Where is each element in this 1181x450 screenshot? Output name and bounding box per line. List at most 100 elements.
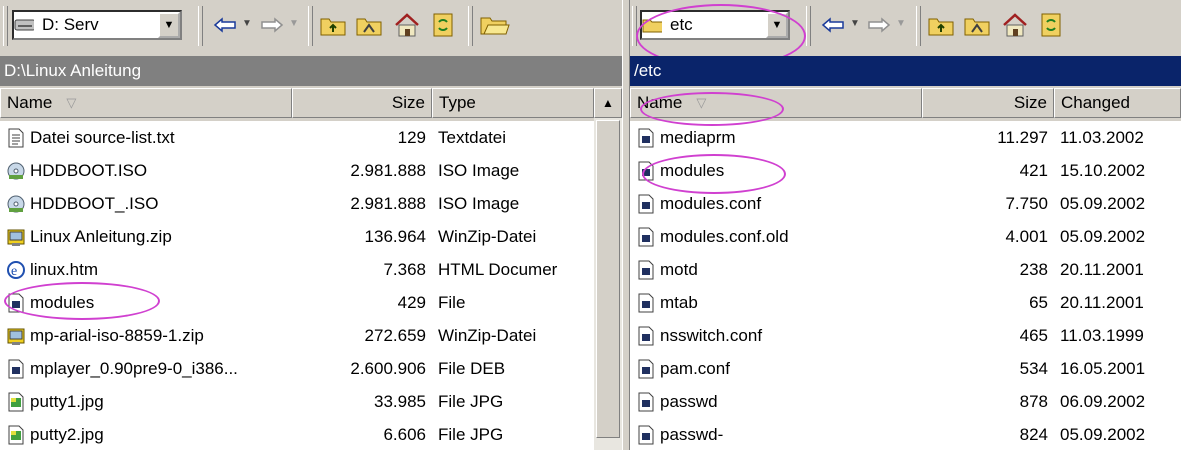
file-size: 11.297 xyxy=(997,127,1048,147)
file-name-cell: modules xyxy=(630,161,922,181)
forward-button[interactable] xyxy=(864,10,894,40)
file-changed: 11.03.1999 xyxy=(1060,325,1144,345)
file-changed: 11.03.2002 xyxy=(1060,127,1144,147)
file-changed: 05.09.2002 xyxy=(1060,193,1146,213)
file-name-cell: Datei source-list.txt xyxy=(0,128,292,148)
column-header-size[interactable]: Size xyxy=(922,88,1054,118)
file-name: putty2.jpg xyxy=(30,424,104,444)
forward-history-dropdown[interactable]: ▼ xyxy=(896,18,906,29)
file-name: nsswitch.conf xyxy=(660,325,763,345)
forward-arrow-icon xyxy=(261,17,284,33)
forward-button[interactable] xyxy=(257,10,287,40)
file-name-cell: mplayer_0.90pre9-0_i386... xyxy=(0,359,292,379)
column-header-type[interactable]: Type xyxy=(432,88,594,118)
file-changed: 20.11.2001 xyxy=(1060,259,1144,279)
drive-combo[interactable]: D: Serv ▼ xyxy=(12,10,182,40)
home-button[interactable] xyxy=(1000,10,1030,40)
sort-indicator-icon: ▽ xyxy=(66,95,77,110)
file-row[interactable]: modules.conf.old 4.001 05.09.2002 xyxy=(630,220,1181,253)
file-row[interactable]: Datei source-list.txt 129 Textdatei xyxy=(0,121,594,154)
chevron-down-icon[interactable]: ▼ xyxy=(766,12,788,38)
folder-combo[interactable]: etc ▼ xyxy=(640,10,790,40)
file-row[interactable]: putty1.jpg 33.985 File JPG xyxy=(0,385,594,418)
generic-file-icon xyxy=(6,359,26,379)
file-name-cell: mtab xyxy=(630,293,922,313)
forward-arrow-icon xyxy=(868,17,891,33)
back-button[interactable] xyxy=(210,10,240,40)
parent-folder-button[interactable] xyxy=(926,10,956,40)
file-row[interactable]: mplayer_0.90pre9-0_i386... 2.600.906 File … xyxy=(0,352,594,385)
file-row[interactable]: e linux.htm 7.368 HTML Documer xyxy=(0,253,594,286)
file-row[interactable]: nsswitch.conf 465 11.03.1999 xyxy=(630,319,1181,352)
file-row[interactable]: passwd- 824 05.09.2002 xyxy=(630,418,1181,450)
file-name: linux.htm xyxy=(30,259,99,279)
file-name: motd xyxy=(660,259,698,279)
file-row[interactable]: modules 421 15.10.2002 xyxy=(630,154,1181,187)
file-size: 6.606 xyxy=(383,424,426,444)
back-button[interactable] xyxy=(818,10,848,40)
open-folder-button[interactable] xyxy=(480,10,510,40)
local-file-pane: D: Serv ▼ ▼ ▼ D:\Linux Anleitung Name ▽ … xyxy=(0,0,622,450)
toolbar-grip[interactable] xyxy=(468,6,473,46)
file-size: 2.981.888 xyxy=(350,160,426,180)
file-row[interactable]: Linux Anleitung.zip 136.964 WinZip-Datei xyxy=(0,220,594,253)
image-file-icon xyxy=(6,425,26,445)
pane-splitter[interactable] xyxy=(622,0,630,450)
toolbar-grip[interactable] xyxy=(916,6,921,46)
file-row[interactable]: modules.conf 7.750 05.09.2002 xyxy=(630,187,1181,220)
toolbar-grip[interactable] xyxy=(806,6,811,46)
column-header-name[interactable]: Name ▽ xyxy=(630,88,922,118)
toolbar-grip[interactable] xyxy=(198,6,203,46)
folder-root-icon xyxy=(964,18,990,36)
file-row[interactable]: motd 238 20.11.2001 xyxy=(630,253,1181,286)
file-row[interactable]: modules 429 File xyxy=(0,286,594,319)
file-row[interactable]: mediaprm 11.297 11.03.2002 xyxy=(630,121,1181,154)
file-row[interactable]: mtab 65 20.11.2001 xyxy=(630,286,1181,319)
refresh-button[interactable] xyxy=(428,10,458,40)
scroll-up-icon[interactable]: ▲ xyxy=(594,88,622,118)
file-size: 429 xyxy=(397,292,426,312)
column-header-name[interactable]: Name ▽ xyxy=(0,88,292,118)
file-row[interactable]: putty2.jpg 6.606 File JPG xyxy=(0,418,594,450)
root-folder-button[interactable] xyxy=(962,10,992,40)
drive-combo-value: D: Serv xyxy=(42,15,99,34)
scroll-thumb[interactable] xyxy=(596,120,620,438)
back-history-dropdown[interactable]: ▼ xyxy=(242,18,252,29)
current-path: /etc xyxy=(634,61,662,80)
file-changed: 05.09.2002 xyxy=(1060,424,1146,444)
home-button[interactable] xyxy=(392,10,422,40)
forward-history-dropdown[interactable]: ▼ xyxy=(289,18,299,29)
file-name: modules.conf.old xyxy=(660,226,789,246)
root-folder-button[interactable] xyxy=(354,10,384,40)
toolbar-grip[interactable] xyxy=(632,6,637,46)
column-header-size[interactable]: Size xyxy=(292,88,432,118)
file-row[interactable]: HDDBOOT_.ISO 2.981.888 ISO Image xyxy=(0,187,594,220)
file-size: 136.964 xyxy=(364,226,426,246)
file-row[interactable]: pam.conf 534 16.05.2001 xyxy=(630,352,1181,385)
generic-file-icon xyxy=(636,293,656,313)
iso-disc-icon xyxy=(6,161,26,181)
folder-icon xyxy=(642,15,662,35)
folder-root-icon xyxy=(356,18,382,36)
back-history-dropdown[interactable]: ▼ xyxy=(850,18,860,29)
file-row[interactable]: passwd 878 06.09.2002 xyxy=(630,385,1181,418)
zip-archive-icon xyxy=(6,326,26,346)
left-scrollbar[interactable]: ▲ xyxy=(594,88,622,450)
toolbar-grip[interactable] xyxy=(3,6,8,46)
chevron-down-icon[interactable]: ▼ xyxy=(158,12,180,38)
sort-indicator-icon: ▽ xyxy=(696,95,707,110)
refresh-button[interactable] xyxy=(1036,10,1066,40)
file-row[interactable]: HDDBOOT.ISO 2.981.888 ISO Image xyxy=(0,154,594,187)
right-file-list: mediaprm 11.297 11.03.2002 modules 421 15.10.… xyxy=(630,121,1181,450)
column-header-changed[interactable]: Changed xyxy=(1054,88,1181,118)
toolbar-grip[interactable] xyxy=(308,6,313,46)
file-name: mediaprm xyxy=(660,127,736,147)
file-row[interactable]: mp-arial-iso-8859-1.zip 272.659 WinZip-Dat… xyxy=(0,319,594,352)
open-folder-icon xyxy=(480,17,510,35)
file-name: passwd xyxy=(660,391,718,411)
home-icon xyxy=(1003,13,1027,37)
refresh-icon xyxy=(433,13,453,37)
file-type: HTML Documer xyxy=(438,259,558,279)
parent-folder-button[interactable] xyxy=(318,10,348,40)
file-type: ISO Image xyxy=(438,193,520,213)
